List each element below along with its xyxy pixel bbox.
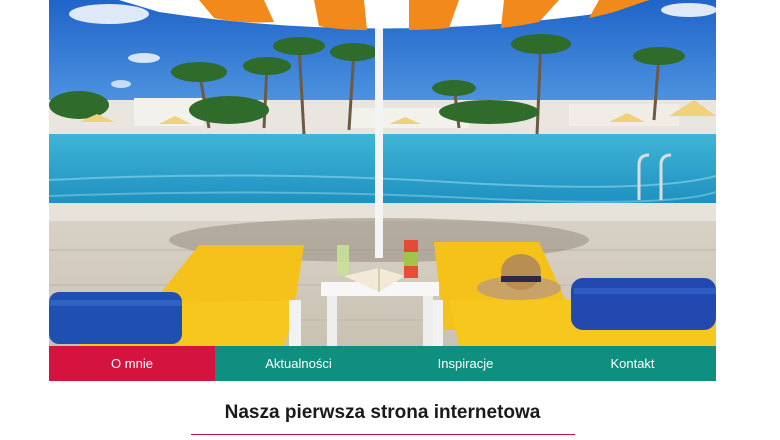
page-title: Nasza pierwsza strona internetowa: [224, 402, 541, 423]
nav-item-inspiracje[interactable]: Inspiracje: [382, 346, 549, 381]
pool-resort-photo: [49, 0, 716, 346]
nav-item-o-mnie[interactable]: O mnie: [49, 346, 215, 381]
title-underline: [191, 434, 575, 435]
main-content: Nasza pierwsza strona internetowa: [49, 381, 716, 440]
nav-item-label: Kontakt: [610, 356, 655, 371]
hero-image: [49, 0, 716, 346]
nav-item-aktualnosci[interactable]: Aktualności: [215, 346, 382, 381]
nav-item-label: Inspiracje: [437, 356, 494, 371]
nav-item-kontakt[interactable]: Kontakt: [549, 346, 716, 381]
nav-item-label: O mnie: [111, 356, 153, 371]
main-nav: O mnie Aktualności Inspiracje Kontakt: [49, 346, 716, 381]
nav-item-label: Aktualności: [265, 356, 332, 371]
page-container: O mnie Aktualności Inspiracje Kontakt Na…: [49, 0, 716, 440]
